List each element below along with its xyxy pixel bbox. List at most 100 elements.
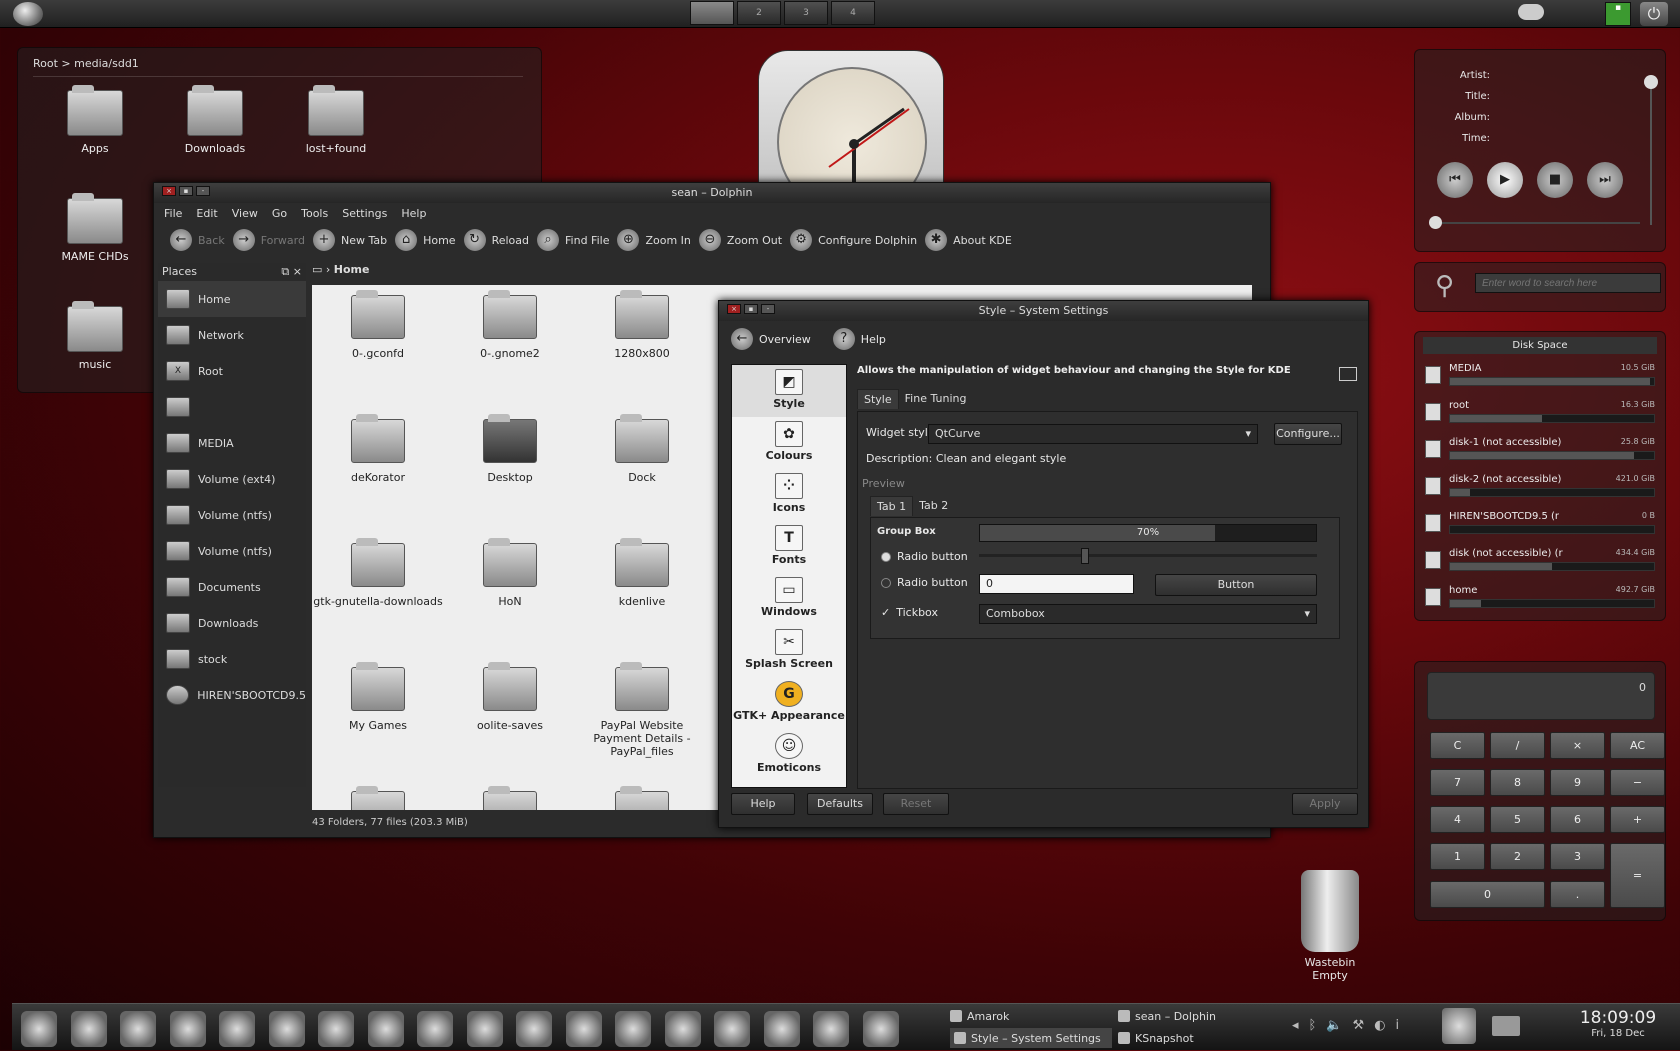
wrench-icon[interactable]: ⚒ [1353, 1018, 1365, 1033]
minimize-icon[interactable]: - [196, 186, 210, 196]
file-item[interactable]: Desktop [444, 414, 576, 484]
disk-row[interactable]: disk-2 (not accessible) 421.0 GiB [1415, 470, 1665, 507]
file-item[interactable] [576, 786, 708, 810]
gimp-icon[interactable] [219, 1011, 255, 1047]
sidebar-item-gtk[interactable]: G GTK+ Appearance [732, 677, 846, 729]
settings-titlebar[interactable]: × ▪ - Style – System Settings [719, 301, 1368, 321]
display-icon[interactable] [813, 1011, 849, 1047]
task-system-settings[interactable]: Style – System Settings [950, 1028, 1112, 1048]
mail-icon[interactable] [1492, 1016, 1520, 1036]
file-item[interactable]: oolite-saves [444, 662, 576, 732]
preview-tab-1[interactable]: Tab 1 [870, 496, 914, 516]
next-icon[interactable]: ⏭ [1587, 162, 1623, 198]
dictionary-search-input[interactable] [1475, 273, 1661, 293]
files-icon[interactable] [565, 1011, 602, 1047]
widget-style-select[interactable]: QtCurve ▾ [928, 424, 1258, 444]
tray-arrow-icon[interactable]: ◂ [1292, 1018, 1299, 1033]
preview-button[interactable]: Button [1155, 574, 1317, 596]
reload-button[interactable]: ↻ Reload [463, 229, 529, 251]
file-item[interactable]: 0-.gconfd [312, 290, 444, 360]
desktop-folder-downloads[interactable]: Downloads [160, 85, 270, 155]
place-volume-ntfs-1[interactable]: Volume (ntfs) [158, 497, 306, 533]
minimize-icon[interactable]: - [761, 304, 775, 314]
terminal-icon[interactable] [367, 1011, 404, 1047]
seek-slider[interactable] [1429, 216, 1640, 229]
menu-view[interactable]: View [232, 207, 258, 220]
wastebin[interactable]: Wastebin Empty [1280, 870, 1380, 982]
weather-cloud-icon[interactable] [1518, 4, 1544, 20]
volume-icon[interactable]: 🔈 [1326, 1018, 1342, 1033]
calc-key-9[interactable]: 9 [1550, 769, 1605, 796]
overview-button[interactable]: ← Overview [731, 328, 811, 350]
previous-icon[interactable]: ⏮ [1437, 162, 1473, 198]
bluetooth-icon[interactable]: ᛒ [1309, 1018, 1317, 1033]
sidebar-item-icons[interactable]: ⁘ Icons [732, 469, 846, 521]
place-documents[interactable]: Documents [158, 569, 306, 605]
editor-icon[interactable] [417, 1011, 453, 1047]
desktop-folder-lost-found[interactable]: lost+found [281, 85, 391, 155]
download-icon[interactable] [318, 1011, 354, 1047]
place-root[interactable]: X Root [158, 353, 306, 389]
seek-handle[interactable] [1429, 216, 1442, 229]
pager-desktop-1[interactable] [690, 1, 734, 25]
volume-slider[interactable] [1644, 75, 1658, 225]
radio-button-2[interactable]: Radio button [881, 576, 968, 589]
desktop-folder-music[interactable]: music [40, 301, 150, 371]
power-icon[interactable]: ⏻ [1640, 2, 1668, 26]
maximize-icon[interactable]: ▪ [179, 186, 193, 196]
preview-spinbox[interactable]: 0 [979, 574, 1134, 594]
tickbox[interactable]: ✓ Tickbox [881, 606, 938, 619]
task-dolphin[interactable]: sean – Dolphin [1118, 1006, 1216, 1026]
calc-key-divide[interactable]: / [1490, 732, 1545, 759]
calc-key-plus[interactable]: + [1610, 806, 1665, 833]
package-icon[interactable] [268, 1011, 305, 1047]
calc-key-decimal[interactable]: . [1550, 881, 1605, 908]
volume-handle[interactable] [1644, 75, 1658, 89]
calc-key-4[interactable]: 4 [1430, 806, 1485, 833]
home-button[interactable]: ⌂ Home [395, 229, 456, 251]
new-tab-button[interactable]: + New Tab [312, 229, 387, 251]
drive-icon[interactable] [70, 1011, 107, 1047]
calc-key-equals[interactable]: = [1610, 843, 1665, 908]
place-home[interactable]: Home [158, 281, 306, 317]
pager-desktop-3[interactable]: 3 [784, 1, 828, 25]
find-file-button[interactable]: ⌕ Find File [537, 229, 609, 251]
digital-clock[interactable]: 18:09:09 Fri, 18 Dec [1564, 1008, 1672, 1039]
menu-help[interactable]: Help [401, 207, 426, 220]
breadcrumb-home[interactable]: Home [334, 263, 370, 276]
menu-go[interactable]: Go [272, 207, 287, 220]
sidebar-item-colours[interactable]: ✿ Colours [732, 417, 846, 469]
about-kde-button[interactable]: ✱ About KDE [925, 229, 1012, 251]
sidebar-item-splash[interactable]: ✂ Splash Screen [732, 625, 846, 677]
tab-style[interactable]: Style [857, 389, 899, 409]
preview-tab-2[interactable]: Tab 2 [913, 496, 954, 516]
calc-key-8[interactable]: 8 [1490, 769, 1545, 796]
file-item[interactable]: PayPal Website Payment Details - PayPal_… [576, 662, 708, 758]
close-icon[interactable]: ⧉ × [281, 265, 302, 279]
browser-icon[interactable] [120, 1011, 156, 1047]
place-downloads[interactable]: Downloads [158, 605, 306, 641]
place-volume-ntfs-2[interactable]: Volume (ntfs) [158, 533, 306, 569]
sidebar-item-emoticons[interactable]: ☺ Emoticons [732, 729, 846, 781]
show-desktop-icon[interactable] [1442, 1008, 1476, 1044]
disk-row[interactable]: disk-1 (not accessible) 25.8 GiB [1415, 433, 1665, 470]
calc-key-5[interactable]: 5 [1490, 806, 1545, 833]
menu-edit[interactable]: Edit [196, 207, 217, 220]
zoom-out-button[interactable]: ⊖ Zoom Out [698, 229, 782, 251]
nvidia-icon[interactable] [862, 1011, 899, 1047]
zoom-in-button[interactable]: ⊕ Zoom In [617, 229, 691, 251]
play-icon[interactable]: ▶ [1487, 162, 1523, 198]
pager-desktop-2[interactable]: 2 [737, 1, 781, 25]
calc-key-multiply[interactable]: × [1550, 732, 1605, 759]
maximize-icon[interactable]: ▪ [744, 304, 758, 314]
pager-desktop-4[interactable]: 4 [831, 1, 875, 25]
disk-row[interactable]: root 16.3 GiB [1415, 396, 1665, 433]
calc-key-2[interactable]: 2 [1490, 843, 1545, 870]
sidebar-item-windows[interactable]: ▭ Windows [732, 573, 846, 625]
calc-key-6[interactable]: 6 [1550, 806, 1605, 833]
file-item[interactable] [312, 786, 444, 810]
stop-icon[interactable]: ■ [1537, 162, 1573, 198]
file-item[interactable]: 0-.gnome2 [444, 290, 576, 360]
calc-key-1[interactable]: 1 [1430, 843, 1485, 870]
dolphin-icon[interactable] [169, 1011, 206, 1047]
